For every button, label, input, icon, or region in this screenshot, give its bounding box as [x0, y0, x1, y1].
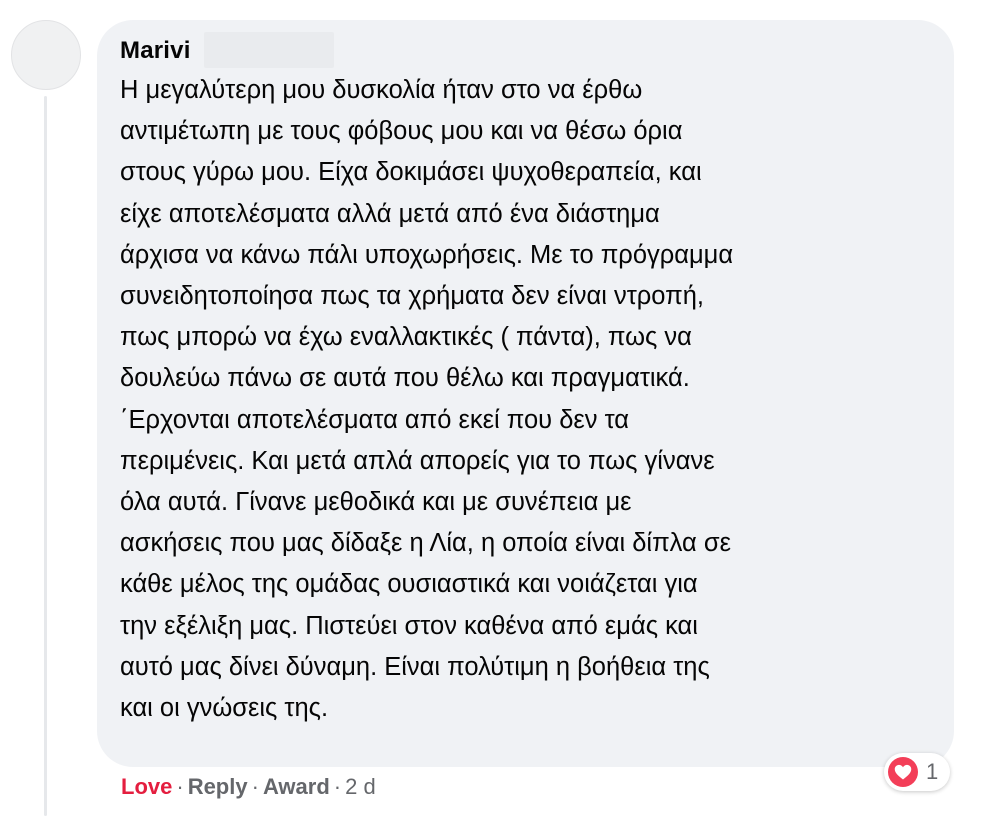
- comment-line: συνειδητοποίησα πως τα χρήματα δεν είναι…: [120, 282, 704, 311]
- reaction-summary[interactable]: 1: [884, 753, 950, 791]
- author-name-redaction: [204, 32, 334, 68]
- comment-line: πως μπορώ να έχω εναλλακτικές ( πάντα), …: [120, 323, 692, 352]
- comment-line: αντιμέτωπη με τους φόβους μου και να θέσ…: [120, 117, 683, 146]
- comment-text: Η μεγαλύτερη μου δυσκολία ήταν στο να έρ…: [120, 70, 920, 729]
- comment-line: και οι γνώσεις της.: [120, 694, 329, 723]
- separator: ·: [333, 774, 342, 799]
- comment-line: δουλεύω πάνω σε αυτά που θέλω και πραγμα…: [120, 364, 690, 393]
- comment-line: όλα αυτά. Γίνανε μεθοδικά και με συνέπει…: [120, 488, 632, 517]
- comment-line: στους γύρω μου. Είχα δοκιμάσει ψυχοθεραπ…: [120, 158, 702, 187]
- comment-line: ασκήσεις που μας δίδαξε η Λία, η οποία ε…: [120, 529, 731, 558]
- comment-line: ΄Ερχονται αποτελέσματα από εκεί που δεν …: [120, 405, 630, 434]
- separator: ·: [251, 774, 259, 799]
- comment-line: Η μεγαλύτερη μου δυσκολία ήταν στο να έρ…: [120, 76, 643, 104]
- comment-line: άρχισα να κάνω πάλι υποχωρήσεις. Με το π…: [120, 240, 734, 269]
- avatar[interactable]: [11, 20, 81, 90]
- comment-line: την εξέλιξη μας. Πιστεύει στον καθένα απ…: [120, 611, 698, 640]
- comment-timestamp[interactable]: 2 d: [345, 774, 376, 799]
- heart-glyph-icon: [894, 764, 912, 780]
- separator: ·: [176, 774, 184, 799]
- comment-actions: Love · Reply · Award · 2 d: [121, 774, 376, 800]
- comment-line: κάθε μέλος της ομάδας ουσιαστικά και νοι…: [120, 570, 698, 599]
- heart-icon: [888, 757, 918, 787]
- reaction-count: 1: [926, 759, 939, 784]
- comment-line: περιμένεις. Και μετά απλά απορείς για το…: [120, 446, 715, 475]
- thread-line: [44, 96, 47, 816]
- comment-author[interactable]: Marivi: [120, 37, 191, 65]
- reply-button[interactable]: Reply: [188, 774, 248, 799]
- comment-line: είχε αποτελέσματα αλλά μετά από ένα διάσ…: [120, 199, 660, 228]
- comment-line: αυτό μας δίνει δύναμη. Είναι πολύτιμη η …: [120, 652, 710, 681]
- award-button[interactable]: Award: [263, 774, 330, 799]
- love-button[interactable]: Love: [121, 774, 172, 799]
